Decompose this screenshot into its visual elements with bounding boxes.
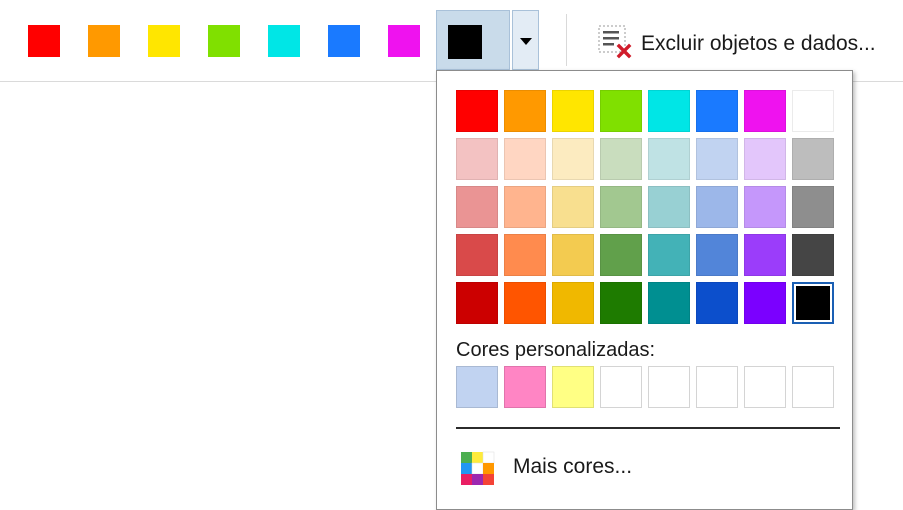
color-palette-icon	[461, 451, 495, 485]
color-swatch[interactable]	[552, 186, 594, 228]
color-swatch[interactable]	[792, 138, 834, 180]
more-colors-label: Mais cores...	[513, 455, 633, 478]
color-swatch[interactable]	[552, 282, 594, 324]
chevron-down-icon	[520, 38, 532, 45]
custom-color-swatch[interactable]	[504, 366, 546, 408]
color-swatch[interactable]	[696, 138, 738, 180]
delete-list-icon	[598, 25, 632, 59]
color-grid-row	[456, 138, 840, 180]
color-swatch[interactable]	[744, 282, 786, 324]
color-swatch[interactable]	[456, 138, 498, 180]
color-swatch[interactable]	[504, 234, 546, 276]
color-swatch[interactable]	[696, 186, 738, 228]
color-swatch[interactable]	[504, 186, 546, 228]
quick-color-yellow[interactable]	[148, 25, 180, 57]
color-swatch[interactable]	[696, 234, 738, 276]
color-swatch[interactable]	[600, 138, 642, 180]
custom-colors-row	[456, 366, 834, 408]
color-swatch[interactable]	[648, 138, 690, 180]
color-grid-row	[456, 282, 840, 324]
color-swatch[interactable]	[600, 186, 642, 228]
color-swatch[interactable]	[744, 90, 786, 132]
color-swatch[interactable]	[648, 90, 690, 132]
quick-color-red[interactable]	[28, 25, 60, 57]
custom-color-swatch[interactable]	[552, 366, 594, 408]
more-colors-button[interactable]: Mais cores...	[459, 448, 819, 490]
color-grid-row	[456, 90, 840, 132]
color-swatch[interactable]	[504, 282, 546, 324]
color-swatch[interactable]	[600, 90, 642, 132]
custom-color-swatch[interactable]	[456, 366, 498, 408]
color-grid	[456, 90, 840, 330]
color-swatch[interactable]	[696, 90, 738, 132]
color-swatch[interactable]	[552, 90, 594, 132]
empty-custom-color-slot[interactable]	[696, 366, 738, 408]
quick-color-magenta[interactable]	[388, 25, 420, 57]
toolbar-divider	[566, 14, 567, 66]
quick-color-green[interactable]	[208, 25, 240, 57]
color-swatch[interactable]	[744, 138, 786, 180]
color-swatch[interactable]	[552, 234, 594, 276]
color-swatch[interactable]	[744, 234, 786, 276]
color-picker-popup: Cores personalizadas: Mais cores...	[436, 70, 853, 510]
selected-color-swatch	[448, 25, 482, 59]
quick-color-blue[interactable]	[328, 25, 360, 57]
color-swatch[interactable]	[648, 186, 690, 228]
quick-color-cyan[interactable]	[268, 25, 300, 57]
color-swatch[interactable]	[504, 90, 546, 132]
empty-custom-color-slot[interactable]	[792, 366, 834, 408]
quick-color-orange[interactable]	[88, 25, 120, 57]
color-swatch[interactable]	[504, 138, 546, 180]
color-swatch[interactable]	[600, 282, 642, 324]
color-swatch[interactable]	[552, 138, 594, 180]
color-dropdown-button[interactable]	[512, 10, 539, 70]
color-swatch[interactable]	[456, 186, 498, 228]
color-swatch[interactable]	[696, 282, 738, 324]
color-swatch[interactable]	[600, 234, 642, 276]
custom-colors-label: Cores personalizadas:	[456, 339, 655, 361]
color-swatch[interactable]	[648, 282, 690, 324]
color-grid-row	[456, 186, 840, 228]
delete-objects-label: Excluir objetos e dados...	[641, 32, 876, 55]
selected-color-button[interactable]	[436, 10, 510, 70]
color-swatch[interactable]	[744, 186, 786, 228]
color-swatch[interactable]	[456, 90, 498, 132]
color-swatch[interactable]	[792, 282, 834, 324]
color-swatch[interactable]	[456, 234, 498, 276]
empty-custom-color-slot[interactable]	[744, 366, 786, 408]
color-swatch[interactable]	[792, 90, 834, 132]
color-swatch[interactable]	[456, 282, 498, 324]
color-grid-row	[456, 234, 840, 276]
color-swatch[interactable]	[648, 234, 690, 276]
popup-separator	[456, 427, 840, 429]
color-swatch[interactable]	[792, 234, 834, 276]
empty-custom-color-slot[interactable]	[600, 366, 642, 408]
empty-custom-color-slot[interactable]	[648, 366, 690, 408]
color-swatch[interactable]	[792, 186, 834, 228]
